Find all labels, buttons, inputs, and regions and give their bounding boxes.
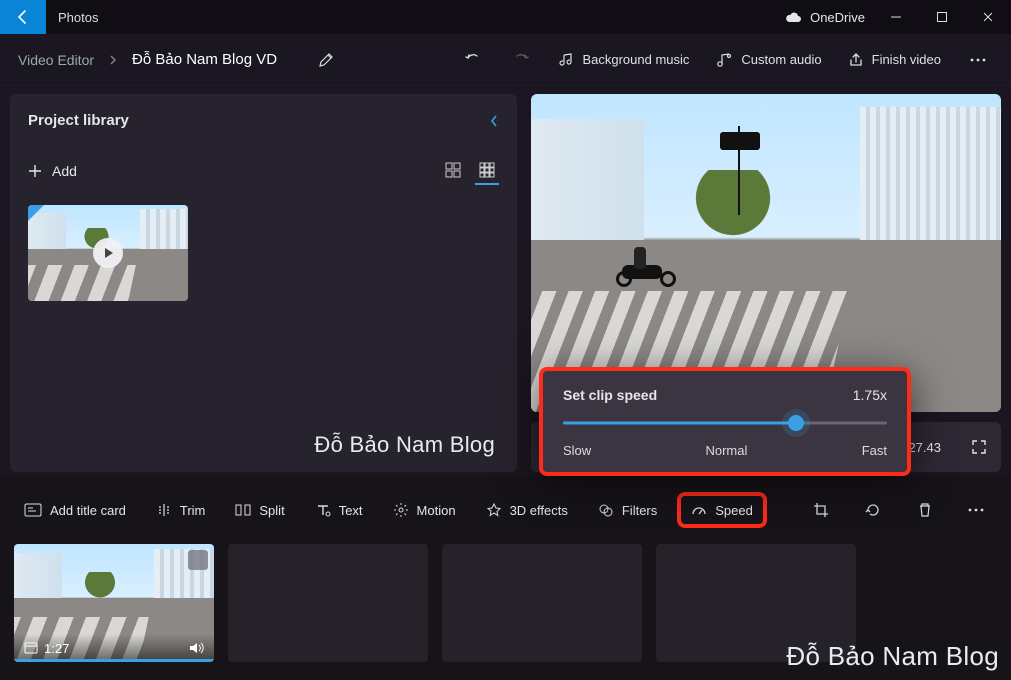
speed-popup-title: Set clip speed — [563, 387, 657, 403]
export-icon — [848, 52, 864, 68]
redo-button[interactable] — [500, 40, 542, 80]
project-library-panel: Project library Add — [10, 94, 517, 472]
rotate-button[interactable] — [852, 490, 894, 530]
crop-button[interactable] — [801, 490, 843, 530]
timeline-clip-1[interactable]: 1:27 — [14, 544, 214, 662]
storyboard-toolbar: Add title card Trim Split Text Motion — [14, 490, 997, 530]
add-title-card-button[interactable]: Add title card — [14, 497, 136, 524]
motion-icon — [393, 502, 409, 518]
split-icon — [235, 502, 251, 518]
speed-popup: Set clip speed 1.75x Slow Normal Fast — [539, 367, 911, 476]
split-button[interactable]: Split — [225, 496, 294, 524]
filters-button[interactable]: Filters — [588, 496, 667, 524]
custom-audio-button[interactable]: Custom audio — [705, 46, 831, 74]
back-button[interactable] — [0, 0, 46, 34]
video-preview[interactable] — [531, 94, 1001, 412]
library-clip-thumbnail[interactable] — [28, 205, 188, 301]
speed-label-fast: Fast — [862, 443, 887, 458]
text-icon — [315, 502, 331, 518]
3d-effects-button[interactable]: 3D effects — [476, 496, 578, 524]
header-row: Video Editor Đỗ Bảo Nam Blog VD Backgrou… — [0, 34, 1011, 86]
custom-audio-label: Custom audio — [741, 52, 821, 67]
custom-audio-icon — [715, 52, 733, 68]
project-library-title: Project library — [28, 112, 129, 129]
redo-icon — [512, 51, 530, 69]
add-media-button[interactable]: Add — [28, 163, 77, 179]
grid-large-icon — [445, 162, 461, 178]
motion-button[interactable]: Motion — [383, 496, 466, 524]
fullscreen-icon — [971, 439, 987, 455]
collapse-library-button[interactable] — [489, 114, 499, 128]
window-controls — [873, 0, 1011, 34]
preview-panel: ):27.43 Set clip speed 1.75x Slow — [531, 94, 1001, 472]
play-icon — [102, 247, 114, 259]
undo-icon — [464, 51, 482, 69]
used-indicator-icon — [28, 205, 44, 221]
speed-slider[interactable] — [563, 413, 887, 433]
app-title: Photos — [46, 10, 784, 25]
timeline-empty-slot[interactable] — [228, 544, 428, 662]
rename-button[interactable] — [305, 40, 347, 80]
finish-video-button[interactable]: Finish video — [838, 46, 951, 74]
breadcrumb-root[interactable]: Video Editor — [12, 46, 100, 74]
chevron-left-icon — [489, 114, 499, 128]
rotate-icon — [865, 502, 881, 518]
view-small-button[interactable] — [475, 157, 499, 185]
effects-icon — [486, 502, 502, 518]
chevron-right-icon — [100, 55, 126, 65]
close-button[interactable] — [965, 0, 1011, 34]
watermark-text: Đỗ Bảo Nam Blog — [314, 432, 495, 458]
volume-icon[interactable] — [188, 641, 204, 655]
finish-video-label: Finish video — [872, 52, 941, 67]
background-music-button[interactable]: Background music — [548, 46, 699, 74]
pencil-icon — [318, 52, 334, 68]
crop-icon — [813, 502, 829, 518]
undo-button[interactable] — [452, 40, 494, 80]
slider-knob[interactable] — [788, 415, 804, 431]
play-overlay[interactable] — [93, 238, 123, 268]
maximize-button[interactable] — [919, 0, 965, 34]
more-icon — [969, 58, 987, 62]
onedrive-label: OneDrive — [810, 10, 865, 25]
music-icon — [558, 52, 574, 68]
more-icon — [967, 508, 985, 512]
timeline-empty-slot[interactable] — [442, 544, 642, 662]
view-large-button[interactable] — [441, 157, 465, 185]
storyboard-more-button[interactable] — [955, 490, 997, 530]
title-card-icon — [24, 503, 42, 517]
photos-video-editor: Photos OneDrive Video Editor Đỗ Bảo Nam … — [0, 0, 1011, 680]
clip-duration: 1:27 — [44, 641, 69, 656]
grid-small-icon — [479, 162, 495, 178]
fullscreen-button[interactable] — [971, 439, 987, 455]
plus-icon — [28, 164, 42, 178]
trim-icon — [156, 502, 172, 518]
speed-button[interactable]: Speed — [677, 492, 767, 528]
project-name[interactable]: Đỗ Bảo Nam Blog VD — [126, 51, 277, 68]
speed-label-normal: Normal — [705, 443, 747, 458]
minimize-button[interactable] — [873, 0, 919, 34]
background-music-label: Background music — [582, 52, 689, 67]
more-button[interactable] — [957, 40, 999, 80]
add-label: Add — [52, 163, 77, 179]
speed-icon — [691, 502, 707, 518]
speed-value: 1.75x — [853, 387, 887, 403]
page-watermark: Đỗ Bảo Nam Blog — [786, 641, 999, 672]
duration-icon — [24, 642, 38, 654]
speed-label-slow: Slow — [563, 443, 591, 458]
text-button[interactable]: Text — [305, 496, 373, 524]
clip-resize-handle[interactable] — [188, 550, 208, 570]
filters-icon — [598, 502, 614, 518]
onedrive-status[interactable]: OneDrive — [784, 10, 865, 25]
title-bar: Photos OneDrive — [0, 0, 1011, 34]
cloud-icon — [784, 11, 802, 23]
trim-button[interactable]: Trim — [146, 496, 216, 524]
delete-button[interactable] — [904, 490, 946, 530]
trash-icon — [918, 502, 932, 518]
